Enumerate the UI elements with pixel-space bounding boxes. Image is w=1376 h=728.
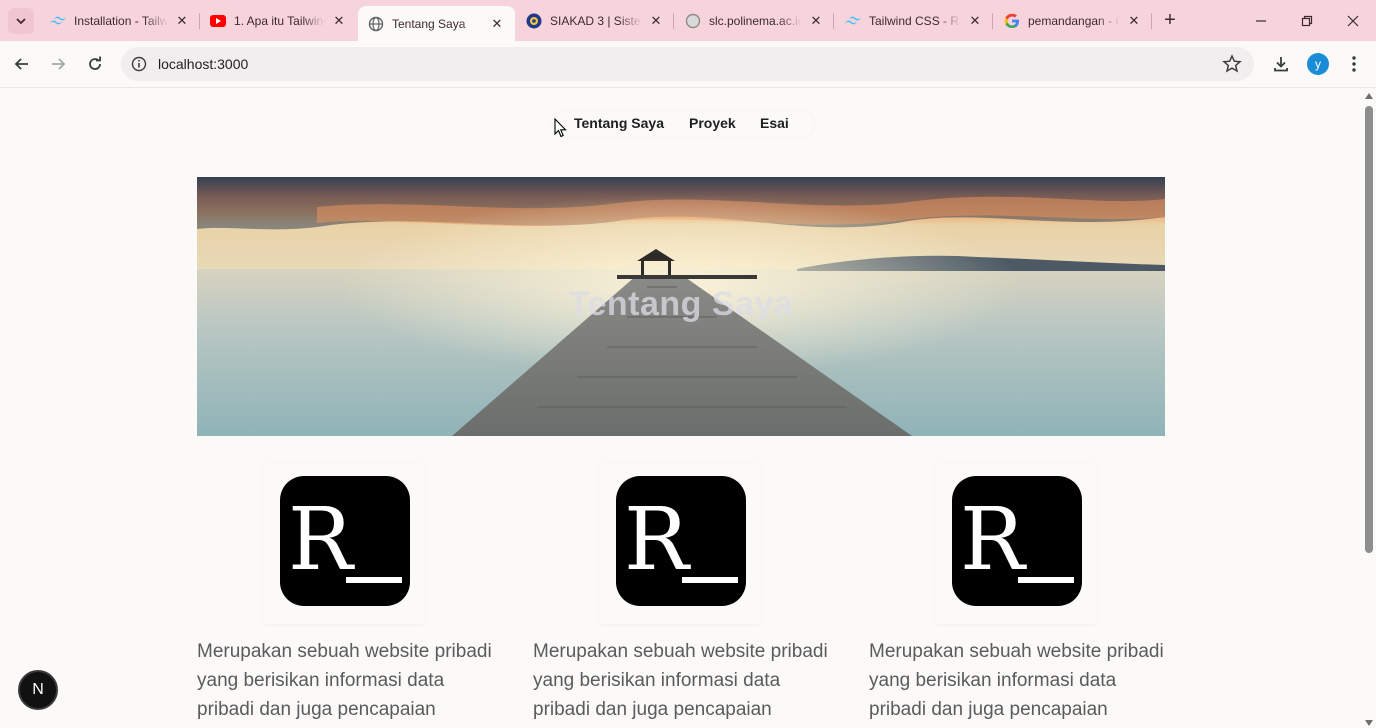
- logo-letter: R: [624, 490, 689, 590]
- card-description: Merupakan sebuah website pribadi yang be…: [869, 641, 1164, 720]
- tab-search-button[interactable]: [8, 8, 34, 34]
- reload-icon: [89, 56, 101, 70]
- scrollbar-thumb[interactable]: [1365, 106, 1373, 553]
- arrow-right-icon: [52, 58, 66, 70]
- logo-underscore: [346, 577, 402, 583]
- tab-separator: [673, 13, 674, 29]
- siakad-icon: [526, 13, 542, 29]
- browser-tab[interactable]: SIAKAD 3 | Sistem Informasi Akademik ✕: [516, 0, 674, 41]
- tab-title: Tentang Saya: [392, 16, 466, 31]
- menu-button[interactable]: [1343, 53, 1365, 75]
- mouse-cursor-icon: [554, 118, 567, 138]
- nav-link-tentang-saya[interactable]: Tentang Saya: [574, 115, 664, 131]
- close-icon[interactable]: ✕: [331, 13, 347, 29]
- tab-title: pemandangan - Google Search: [1028, 13, 1120, 28]
- close-icon[interactable]: ✕: [967, 13, 983, 29]
- r-terminal-logo: R: [280, 476, 410, 606]
- tab-separator: [833, 13, 834, 29]
- r-terminal-logo: R: [616, 476, 746, 606]
- close-icon[interactable]: ✕: [648, 13, 664, 29]
- tab-title: 1. Apa itu Tailwind CSS: [234, 13, 325, 28]
- restore-button[interactable]: [1284, 0, 1330, 41]
- nextjs-dev-badge[interactable]: N: [18, 670, 58, 710]
- scroll-down-arrow-icon[interactable]: [1365, 720, 1373, 726]
- project-logo-card: R: [935, 464, 1097, 624]
- logo-letter: R: [960, 490, 1025, 590]
- tab-separator: [1151, 13, 1152, 29]
- minimize-icon: [1256, 19, 1266, 22]
- forward-button[interactable]: [44, 50, 72, 78]
- url-text[interactable]: localhost:3000: [158, 56, 248, 72]
- close-icon: [1347, 15, 1359, 26]
- tab-title: Tailwind CSS - Rapidly build: [869, 13, 961, 28]
- download-button[interactable]: [1270, 53, 1292, 75]
- browser-tab[interactable]: 1. Apa itu Tailwind CSS ✕: [200, 0, 357, 41]
- tab-strip: Installation - Tailwind CSS ✕ 1. Apa itu…: [0, 0, 1376, 41]
- close-icon[interactable]: ✕: [808, 13, 824, 29]
- tab-title: Installation - Tailwind CSS: [74, 13, 168, 28]
- globe-icon: [368, 16, 384, 32]
- minimize-button[interactable]: [1238, 0, 1284, 41]
- globe-icon: [685, 13, 701, 29]
- bookmark-star-icon[interactable]: [1222, 54, 1242, 74]
- tab-title: SIAKAD 3 | Sistem Informasi Akademik: [550, 13, 642, 28]
- tab-title: slc.polinema.ac.id: [709, 13, 802, 28]
- hero-title: Tentang Saya: [568, 285, 794, 323]
- close-icon[interactable]: ✕: [1126, 13, 1142, 29]
- profile-avatar[interactable]: y: [1307, 53, 1329, 75]
- r-terminal-logo: R: [952, 476, 1082, 606]
- scroll-up-arrow-icon[interactable]: [1365, 93, 1373, 99]
- close-icon[interactable]: ✕: [174, 13, 190, 29]
- project-logo-card: R: [263, 464, 425, 624]
- google-icon: [1004, 13, 1020, 29]
- logo-underscore: [1018, 577, 1074, 583]
- browser-tab[interactable]: slc.polinema.ac.id ✕: [675, 0, 834, 41]
- nav-link-esai[interactable]: Esai: [760, 115, 789, 131]
- logo-letter: R: [288, 490, 353, 590]
- browser-tab[interactable]: Installation - Tailwind CSS ✕: [40, 0, 200, 41]
- arrow-left-icon: [14, 58, 28, 70]
- tab-separator: [992, 13, 993, 29]
- download-icon: [1274, 57, 1288, 72]
- project-logo-card: R: [599, 464, 761, 624]
- top-navigation: Tentang Saya Proyek Esai: [553, 111, 813, 137]
- chevron-down-icon: [16, 18, 26, 25]
- restore-icon: [1301, 15, 1313, 26]
- web-page: Tentang Saya Proyek Esai Tentang Saya R …: [0, 89, 1362, 728]
- info-icon[interactable]: [131, 56, 147, 72]
- back-button[interactable]: [8, 50, 36, 78]
- close-icon[interactable]: ✕: [489, 16, 505, 32]
- youtube-icon: [210, 13, 226, 29]
- card-description: Merupakan sebuah website pribadi yang be…: [533, 641, 828, 720]
- browser-tab[interactable]: pemandangan - Google Search ✕: [994, 0, 1152, 41]
- kebab-menu-icon: [1352, 56, 1356, 72]
- browser-tab[interactable]: Tailwind CSS - Rapidly build ✕: [835, 0, 993, 41]
- hero-banner: Tentang Saya: [197, 177, 1165, 436]
- tailwind-icon: [845, 13, 861, 29]
- reload-button[interactable]: [81, 50, 109, 78]
- browser-toolbar: localhost:3000: [0, 41, 1376, 88]
- logo-underscore: [682, 577, 738, 583]
- tailwind-icon: [50, 13, 66, 29]
- page-scrollbar[interactable]: [1362, 89, 1376, 728]
- new-tab-button[interactable]: +: [1160, 10, 1180, 30]
- nav-link-proyek[interactable]: Proyek: [689, 115, 736, 131]
- card-description: Merupakan sebuah website pribadi yang be…: [197, 641, 492, 720]
- address-bar[interactable]: localhost:3000: [121, 47, 1254, 81]
- browser-tab-active[interactable]: Tentang Saya ✕: [358, 6, 515, 41]
- close-window-button[interactable]: [1330, 0, 1376, 41]
